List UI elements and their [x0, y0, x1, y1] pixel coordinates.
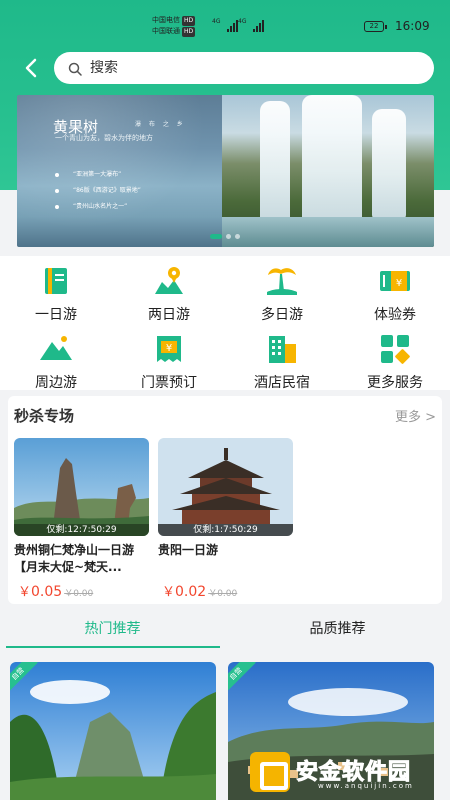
- active-tab-indicator: [6, 646, 220, 648]
- price: ￥0.05 ￥0.00: [18, 581, 93, 600]
- watermark-url: www.anquijin.com: [318, 782, 414, 790]
- banner-bullet: “贵州山水名片之一”: [55, 203, 141, 219]
- watermark: 安金软件园 www.anquijin.com: [250, 748, 446, 796]
- coupon-icon: ¥: [380, 271, 410, 291]
- flash-sale-card[interactable]: 仅剩:1:7:50:29 贵阳一日游 ￥0.02 ￥0.00: [158, 438, 293, 600]
- tab-hot[interactable]: 热门推荐: [0, 618, 225, 638]
- recommend-tabs: 热门推荐 品质推荐: [0, 608, 450, 648]
- product-image-fanjingshan: [14, 438, 149, 536]
- category-ticket-booking[interactable]: ¥ 门票预订: [121, 328, 217, 391]
- category-multi-day-tour[interactable]: 多日游: [234, 260, 330, 323]
- banner-dot[interactable]: [210, 234, 222, 239]
- banner-dot[interactable]: [226, 234, 231, 239]
- svg-text:¥: ¥: [396, 278, 402, 289]
- book-icon: [45, 268, 67, 294]
- flash-sale-section: 秒杀专场 更多 > 仅剩:12:7:50:29 贵州铜仁梵净山一日游【月末大促~…: [8, 396, 442, 604]
- category-label: 体验券: [374, 307, 416, 323]
- banner-slogan: 一个青山为友，碧水为伴的地方: [55, 134, 153, 142]
- signal-icon: 4G: [238, 18, 264, 32]
- carrier-2: 中国联通: [152, 27, 180, 35]
- status-bar: 中国电信 HD 中国联通 HD 4G 4G 22 16:09: [0, 0, 450, 44]
- clock: 16:09: [395, 19, 430, 33]
- hotel-icon: [269, 336, 296, 363]
- countdown-label: 仅剩:12:7:50:29: [14, 524, 149, 536]
- flash-sale-title: 秒杀专场: [14, 407, 75, 425]
- banner-indicator: [210, 234, 240, 239]
- countdown-label: 仅剩:1:7:50:29: [158, 524, 293, 536]
- product-name: 贵阳一日游: [158, 543, 219, 557]
- original-price: ￥0.00: [64, 589, 94, 599]
- category-more-services[interactable]: 更多服务: [347, 328, 443, 391]
- hd-badge: HD: [182, 27, 196, 37]
- category-label: 一日游: [35, 307, 77, 323]
- product-name: 贵州铜仁梵净山一日游【月末大促~梵天...: [14, 543, 135, 574]
- carrier-info: 中国电信 HD 中国联通 HD: [152, 15, 196, 37]
- currency-symbol: ￥: [162, 585, 176, 600]
- svg-text:¥: ¥: [166, 343, 172, 354]
- currency-symbol: ￥: [18, 585, 32, 600]
- banner-bullet: “86版《西游记》取景地”: [55, 187, 141, 203]
- tab-quality[interactable]: 品质推荐: [225, 618, 450, 638]
- original-price: ￥0.00: [208, 589, 238, 599]
- category-voucher[interactable]: ¥ 体验券: [347, 260, 443, 323]
- recommend-image-mountain: [10, 662, 216, 800]
- recommend-card[interactable]: 自营: [10, 662, 216, 800]
- category-label: 周边游: [35, 375, 77, 391]
- category-one-day-tour[interactable]: 一日游: [8, 260, 104, 323]
- product-image-pavilion: [158, 438, 293, 536]
- search-input[interactable]: [90, 60, 390, 76]
- category-two-day-tour[interactable]: 两日游: [121, 260, 217, 323]
- search-icon: [68, 61, 82, 76]
- signal-icon: 4G: [212, 18, 238, 32]
- carrier-1: 中国电信: [152, 16, 180, 24]
- category-grid: 一日游 两日游 多日游 ¥ 体验券 周边游 ¥ 门票预订 酒店民宿 更多服务: [0, 256, 450, 391]
- price: ￥0.02 ￥0.00: [162, 581, 237, 600]
- banner-subtitle: 瀑 布 之 乡: [135, 121, 186, 128]
- category-label: 酒店民宿: [254, 375, 310, 391]
- category-label: 多日游: [261, 307, 303, 323]
- back-button[interactable]: [18, 54, 46, 82]
- sale-price: 0.02: [175, 584, 207, 600]
- flash-sale-card[interactable]: 仅剩:12:7:50:29 贵州铜仁梵净山一日游【月末大促~梵天... ￥0.0…: [14, 438, 149, 600]
- category-nearby-tour[interactable]: 周边游: [8, 328, 104, 391]
- banner-dot[interactable]: [235, 234, 240, 239]
- search-bar[interactable]: [54, 52, 434, 84]
- banner-bullets: “亚洲第一大瀑布” “86版《西游记》取景地” “贵州山水名片之一”: [55, 171, 141, 219]
- sale-price: 0.05: [31, 584, 63, 600]
- category-hotel[interactable]: 酒店民宿: [234, 328, 330, 391]
- category-label: 门票预订: [141, 375, 197, 391]
- banner-carousel[interactable]: 黄果树 瀑 布 之 乡 一个青山为友，碧水为伴的地方 “亚洲第一大瀑布” “86…: [17, 95, 434, 247]
- watermark-logo-icon: [250, 752, 290, 792]
- banner-bullet: “亚洲第一大瀑布”: [55, 171, 141, 187]
- map-pin-icon: [155, 267, 183, 294]
- banner-pool: [222, 217, 434, 247]
- mountain-icon: [40, 336, 72, 360]
- ticket-icon: ¥: [157, 336, 181, 362]
- battery-icon: 22: [364, 21, 387, 32]
- chevron-left-icon: [25, 58, 37, 78]
- palm-tree-icon: [267, 268, 297, 295]
- more-link[interactable]: 更多 >: [395, 406, 436, 425]
- grid-more-icon: [381, 335, 410, 364]
- category-label: 更多服务: [367, 375, 423, 391]
- hd-badge: HD: [182, 16, 196, 26]
- category-label: 两日游: [148, 307, 190, 323]
